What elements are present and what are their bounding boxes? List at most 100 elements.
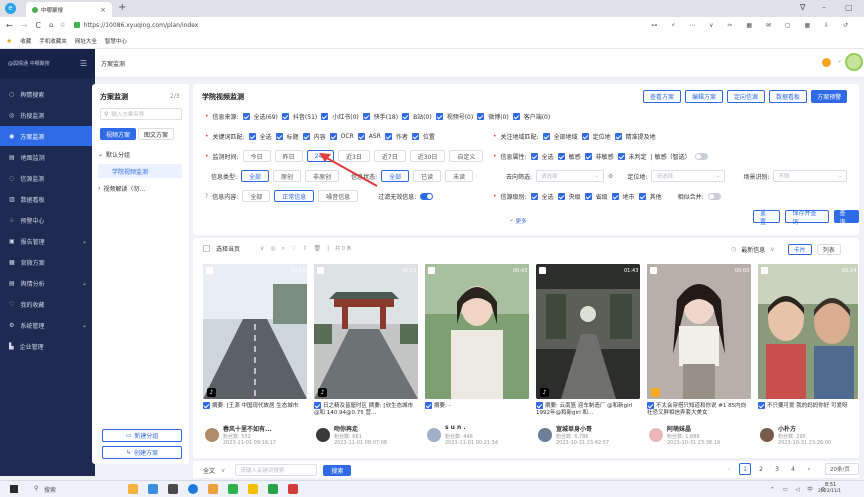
keyword-option[interactable]: OCR [341, 133, 354, 140]
checkbox[interactable] [638, 193, 646, 200]
page-size-select[interactable]: 20条/页 [825, 463, 859, 475]
keyword-option[interactable]: 作者 [396, 132, 408, 141]
trash-icon[interactable]: 🗑 [313, 245, 321, 252]
sidebar-item-source[interactable]: ◌ 信源监测 [0, 168, 95, 188]
level-option[interactable]: 央级 [569, 192, 581, 201]
video-card[interactable]: 00:15 ♪ 日之精及皆屋时区 摘要: [欣生态城市@和 140.94@0.7… [314, 264, 418, 454]
smart-sensitive-toggle[interactable] [694, 153, 708, 160]
sidebar-item-analysis[interactable]: ▤ 舆情分析 ⌄ [0, 273, 95, 293]
sidebar-item-search[interactable]: ○ 舆情搜索 [0, 84, 95, 104]
keyword-option[interactable]: 位置 [423, 132, 435, 141]
card-checkbox[interactable] [761, 267, 768, 274]
tab-video-plan[interactable]: 视频方案 [100, 128, 136, 140]
video-thumbnail[interactable] [536, 264, 640, 399]
view-list-button[interactable]: 列表 [816, 244, 841, 255]
more-toggle[interactable]: ⌄ 更多 [509, 217, 527, 225]
checkbox[interactable] [402, 113, 410, 120]
plan-item-selected[interactable]: 学院视频监测 [98, 164, 182, 178]
source-option[interactable]: 全选(69) [254, 112, 278, 121]
url-text[interactable]: https://10086.xyuqing.com/plan/index [84, 22, 199, 29]
new-tab-icon[interactable]: + [118, 2, 126, 13]
sidebar-item-alert[interactable]: ♤ 预警中心 [0, 210, 95, 230]
group-other[interactable]: › 视频解读（勿... [98, 184, 145, 193]
view-card-button[interactable]: 卡片 [787, 244, 812, 255]
sidebar-item-dashboard[interactable]: ▥ 数据看板 [0, 189, 95, 209]
page-number[interactable]: 2 [755, 463, 767, 475]
sort-label[interactable]: 最新信息 [741, 245, 765, 254]
keyword-option[interactable]: 内容 [314, 132, 326, 141]
status-option-selected[interactable]: 全部 [381, 170, 410, 182]
checkbox[interactable] [411, 133, 419, 140]
checkbox[interactable] [557, 193, 565, 200]
browser-tab[interactable]: 中哪聚搜 × [26, 2, 112, 17]
next-page-icon[interactable]: › [803, 463, 815, 475]
author-avatar[interactable] [760, 428, 774, 442]
type-option-selected[interactable]: 全部 [241, 170, 270, 182]
notification-icon[interactable] [822, 58, 831, 67]
app-icon[interactable] [148, 484, 158, 494]
sidebar-item-favorites[interactable]: ♡ 我的收藏 [0, 294, 95, 314]
checkbox[interactable] [321, 113, 329, 120]
source-option[interactable]: B站(0) [413, 112, 432, 121]
author-name[interactable]: 吻你再走 [334, 424, 358, 433]
checkbox[interactable] [584, 193, 592, 200]
data-board-button[interactable]: 数据看板 [769, 90, 808, 103]
checkbox[interactable] [275, 133, 283, 140]
sidebar-item-weibo[interactable]: ▦ 官微方案 [0, 252, 95, 272]
checkbox[interactable] [542, 133, 550, 140]
scope-select[interactable]: 全文 [203, 466, 215, 475]
edit-plan-button[interactable]: 编辑方案 [685, 90, 724, 103]
level-option[interactable]: 省级 [596, 192, 608, 201]
card-checkbox[interactable] [206, 267, 213, 274]
region-option[interactable]: 精准提及地 [626, 132, 656, 141]
time-option[interactable]: 昨日 [274, 150, 303, 162]
chevron-down-icon[interactable]: ∨ [770, 246, 774, 253]
tab-text-plan[interactable]: 图文方案 [138, 128, 174, 140]
video-card[interactable]: 00:43 摘要: - s u n . 粉丝数: 446 2023-11-01 … [425, 264, 529, 454]
video-card[interactable]: 00:24 不只要可爱 我的妈妈你好 可爱呀 小朴方 粉丝数: 295 2023… [758, 264, 858, 454]
author-name[interactable]: 小朴方 [778, 424, 796, 433]
reset-button[interactable]: 重 置 [753, 210, 781, 226]
new-group-button[interactable]: ▭ 新建分组 [102, 429, 182, 442]
bookmark-item[interactable]: 收藏 [20, 37, 31, 45]
status-option[interactable]: 已读 [413, 170, 442, 182]
content-option[interactable]: 噪音信息 [318, 190, 359, 202]
checkbox[interactable] [581, 133, 589, 140]
page-number-current[interactable]: 1 [739, 463, 751, 475]
checkbox[interactable] [512, 113, 520, 120]
card-checkbox[interactable] [317, 267, 324, 274]
plan-search-input[interactable]: ⚲ 输入方案名称 [100, 108, 182, 120]
region-option[interactable]: 全部地域 [554, 132, 578, 141]
author-avatar[interactable] [538, 428, 552, 442]
author-avatar[interactable] [316, 428, 330, 442]
attr-option[interactable]: 全选 [542, 152, 554, 161]
select-all-checkbox[interactable] [203, 245, 210, 252]
merge-toggle[interactable] [707, 193, 721, 200]
source-option[interactable]: 视频号(0) [447, 112, 474, 121]
checkbox[interactable] [617, 153, 625, 160]
source-option[interactable]: 小红书(0) [332, 112, 359, 121]
dir-select[interactable]: 请选择 ⌄ [536, 170, 605, 182]
refresh-icon[interactable]: C [35, 21, 41, 30]
video-thumbnail[interactable] [647, 264, 751, 399]
author-name[interactable]: 春风十里不如有... [223, 424, 272, 433]
type-option[interactable]: 原创 [273, 170, 302, 182]
view-icon[interactable]: ◎ [270, 245, 275, 252]
bookmark-item[interactable]: 手机收藏夹 [39, 37, 67, 45]
author-avatar[interactable] [427, 428, 441, 442]
checkbox[interactable] [584, 153, 592, 160]
attr-option[interactable]: 非敏感 [596, 152, 614, 161]
page-number[interactable]: 3 [771, 463, 783, 475]
new-plan-button[interactable]: ↳ 创建方案 [102, 446, 182, 459]
level-option[interactable]: 地市 [623, 192, 635, 201]
content-option[interactable]: 全部 [242, 190, 271, 202]
checkbox[interactable] [477, 113, 485, 120]
time-option[interactable]: 近30日 [409, 150, 446, 162]
checkbox[interactable] [384, 133, 392, 140]
checkbox[interactable] [362, 113, 370, 120]
browser-app-icon[interactable] [188, 484, 198, 494]
settings-icon[interactable]: ⚙ [608, 173, 613, 180]
checkbox[interactable] [435, 113, 443, 120]
video-thumbnail[interactable] [425, 264, 529, 399]
card-checkbox[interactable] [539, 267, 546, 274]
